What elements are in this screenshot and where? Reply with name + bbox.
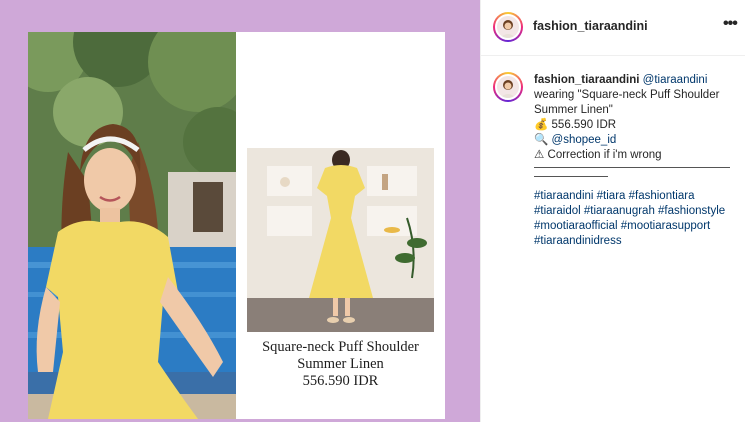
product-name-line2: Summer Linen [297,356,384,372]
model-photo [28,32,236,419]
magnifier-icon: 🔍 [534,134,549,146]
warning-icon: ⚠ [534,149,545,161]
caption-username[interactable]: fashion_tiaraandini [534,74,639,86]
caption-wearing: wearing "Square-neck Puff Shoulder Summe… [534,89,720,116]
header-username[interactable]: fashion_tiaraandini [533,19,648,33]
separator-line [534,167,730,168]
product-name-line1: Square-neck Puff Shoulder [262,339,419,355]
note-line: ⚠ Correction if i'm wrong [534,148,739,163]
caption-text: fashion_tiaraandini @tiaraandini wearing… [534,73,739,249]
shop-line: 🔍 @shopee_id [534,133,739,148]
more-options-icon[interactable]: ••• [723,15,738,33]
product-card: Square-neck Puff Shoulder Summer Linen 5… [236,32,445,419]
money-bag-icon: 💰 [534,119,549,131]
product-photo [247,148,434,332]
mention-link[interactable]: @tiaraandini [643,74,708,86]
product-caption: Square-neck Puff Shoulder Summer Linen 5… [236,339,445,390]
caption-price: 556.590 IDR [551,119,617,131]
separator-line-short [534,176,608,177]
caption-avatar[interactable] [493,72,523,102]
post-header: fashion_tiaraandini ••• [481,0,745,56]
avatar[interactable] [493,12,523,42]
caption-note: Correction if i'm wrong [547,149,662,161]
shop-mention-link[interactable]: @shopee_id [552,134,617,146]
price-line: 💰 556.590 IDR [534,118,739,133]
product-price: 556.590 IDR [302,373,379,389]
post-sidebar: fashion_tiaraandini ••• fashion_tiaraand… [480,0,745,422]
post-media[interactable]: Square-neck Puff Shoulder Summer Linen 5… [0,0,480,422]
post-image[interactable]: Square-neck Puff Shoulder Summer Linen 5… [28,32,445,419]
hashtags[interactable]: #tiaraandini #tiara #fashiontiara #tiara… [534,189,739,249]
